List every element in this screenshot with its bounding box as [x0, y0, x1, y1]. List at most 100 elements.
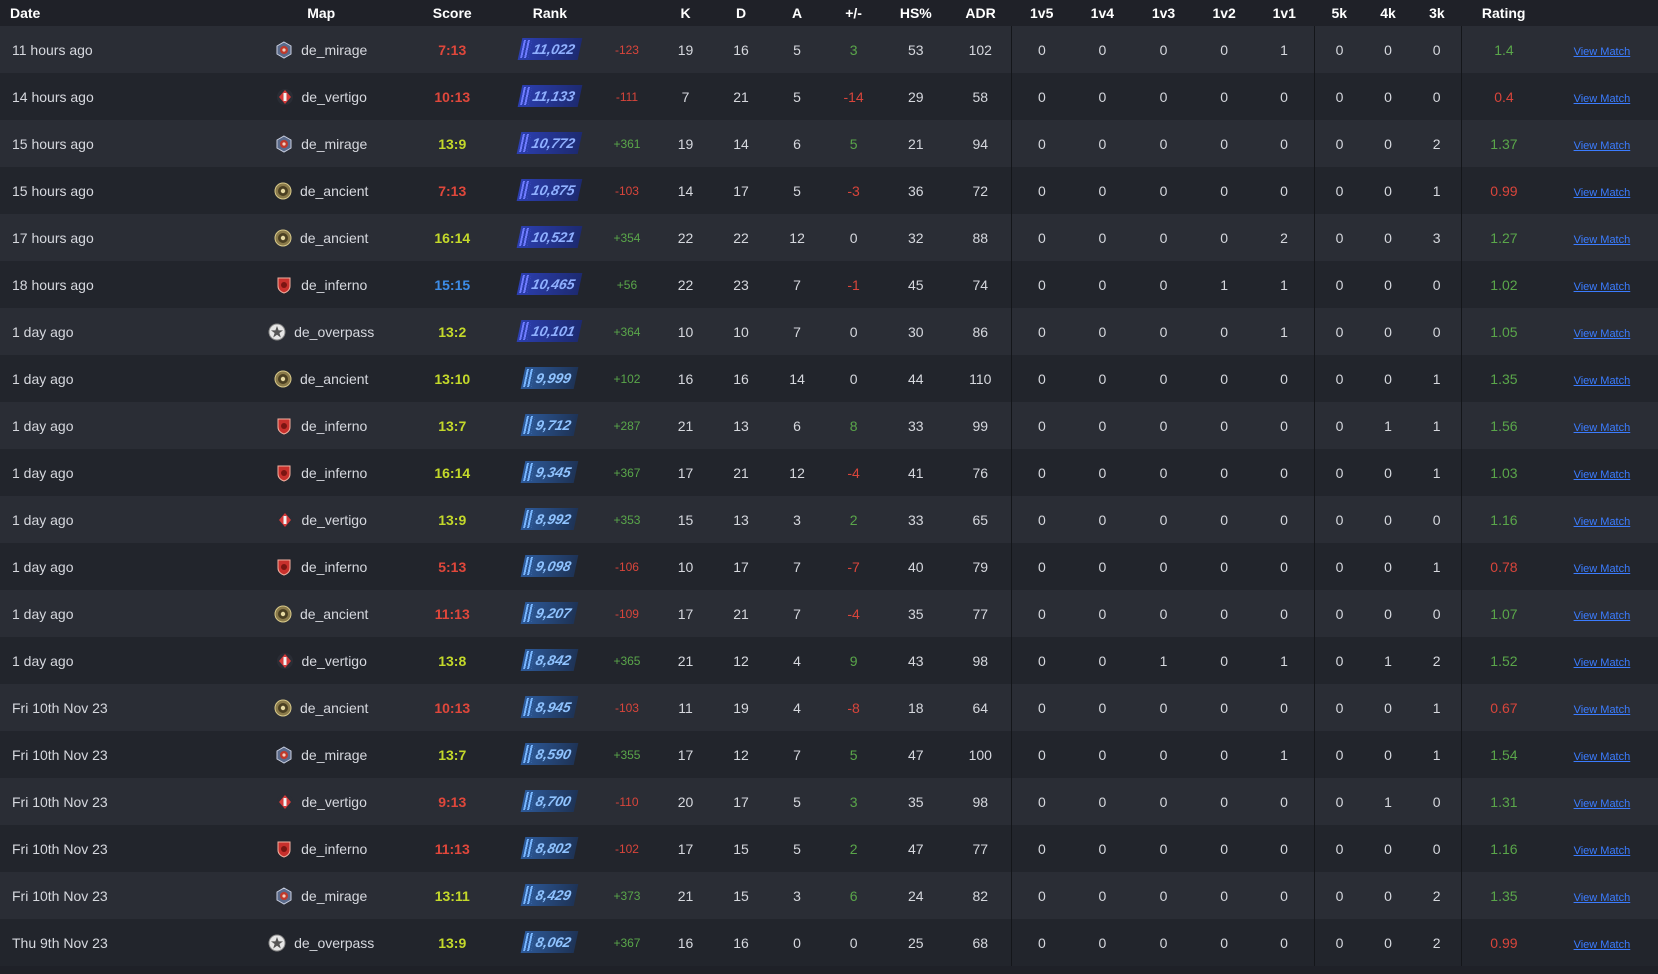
- clutch-1v5: 0: [1010, 872, 1073, 919]
- table-row[interactable]: 1 day ago de_inferno 5:13 9,098 -106 10 17 7 -7 4…: [0, 543, 1658, 590]
- match-score: 11:13: [434, 840, 470, 857]
- column-header-deaths[interactable]: D: [713, 0, 769, 26]
- column-header-hs-percent[interactable]: HS%: [881, 0, 950, 26]
- view-match-link[interactable]: View Match: [1574, 93, 1631, 105]
- column-header-kills[interactable]: K: [657, 0, 714, 26]
- table-row[interactable]: Fri 10th Nov 23 de_vertigo 9:13 8,700 -110 20…: [0, 778, 1658, 825]
- match-date: 15 hours ago: [12, 182, 94, 199]
- view-match-link[interactable]: View Match: [1574, 140, 1631, 152]
- vertigo-icon: [276, 652, 294, 670]
- table-row[interactable]: 1 day ago de_overpass 13:2 10,101 +364 10 10 7 0…: [0, 308, 1658, 355]
- clutch-1v5: 0: [1010, 261, 1073, 308]
- table-row[interactable]: 1 day ago de_ancient 13:10 9,999 +102 16 16 14 0…: [0, 355, 1658, 402]
- plus-minus: 3: [849, 793, 858, 810]
- table-row[interactable]: 15 hours ago de_ancient 7:13 10,875 -103 14 17…: [0, 167, 1658, 214]
- map-cell: de_inferno: [242, 402, 401, 449]
- table-row[interactable]: 14 hours ago de_vertigo 10:13 11,133 -111 7 21…: [0, 73, 1658, 120]
- view-match-link[interactable]: View Match: [1574, 704, 1631, 716]
- kills: 15: [677, 511, 694, 528]
- clutch-1v4: 0: [1098, 229, 1107, 246]
- view-match-link[interactable]: View Match: [1574, 234, 1631, 246]
- rank-value: 9,345: [534, 464, 574, 480]
- table-row[interactable]: Fri 10th Nov 23 de_mirage 13:11 8,429 +373 21…: [0, 872, 1658, 919]
- view-match-link[interactable]: View Match: [1574, 281, 1631, 293]
- table-row[interactable]: 1 day ago de_vertigo 13:9 8,992 +353 15 13 3 2 33…: [0, 496, 1658, 543]
- clutch-1v5: 0: [1010, 214, 1073, 261]
- headshot-percent: 41: [908, 464, 924, 481]
- view-match-link[interactable]: View Match: [1574, 939, 1631, 951]
- map-name: de_mirage: [301, 135, 368, 152]
- table-row[interactable]: 11 hours ago de_mirage 7:13 11,022 -123 19 16 5…: [0, 26, 1658, 73]
- assists: 4: [793, 652, 801, 669]
- match-score: 13:8: [438, 652, 467, 669]
- column-header-1v5[interactable]: 1v5: [1011, 0, 1073, 26]
- column-header-1v3[interactable]: 1v3: [1132, 0, 1195, 26]
- table-row[interactable]: Fri 10th Nov 23 de_mirage 13:7 8,590 +355 17 1…: [0, 731, 1658, 778]
- view-match-link[interactable]: View Match: [1574, 845, 1631, 857]
- column-header-rank[interactable]: Rank: [503, 0, 597, 26]
- assists: 4: [793, 699, 801, 716]
- view-match-link[interactable]: View Match: [1574, 46, 1631, 58]
- clutch-1v4: 0: [1098, 887, 1107, 904]
- view-match-link[interactable]: View Match: [1574, 516, 1631, 528]
- vertigo-icon: [276, 511, 294, 529]
- column-header-5k[interactable]: 5k: [1314, 0, 1364, 26]
- clutch-1v1: 0: [1280, 511, 1288, 528]
- table-row[interactable]: 1 day ago de_inferno 16:14 9,345 +367 17 21 12 -…: [0, 449, 1658, 496]
- table-row[interactable]: 1 day ago de_ancient 11:13 9,207 -109 17 21 7 -4…: [0, 590, 1658, 637]
- headshot-percent: 24: [908, 887, 924, 904]
- table-row[interactable]: 15 hours ago de_mirage 13:9 10,772 +361 19 14 6…: [0, 120, 1658, 167]
- view-match-link[interactable]: View Match: [1574, 563, 1631, 575]
- table-row[interactable]: Thu 9th Nov 23 de_overpass 13:9 8,062 +367 16…: [0, 919, 1658, 966]
- map-cell: de_mirage: [242, 731, 401, 778]
- view-match-link[interactable]: View Match: [1574, 328, 1631, 340]
- view-match-link[interactable]: View Match: [1574, 798, 1631, 810]
- view-match-link[interactable]: View Match: [1574, 751, 1631, 763]
- clutch-1v5: 0: [1010, 355, 1073, 402]
- column-header-adr[interactable]: ADR: [949, 0, 1012, 26]
- match-score: 16:14: [434, 464, 471, 481]
- view-match-link[interactable]: View Match: [1574, 892, 1631, 904]
- column-header-plus-minus[interactable]: +/-: [825, 0, 882, 26]
- column-header-map[interactable]: Map: [241, 0, 401, 26]
- clutch-1v2: 0: [1220, 135, 1229, 152]
- table-row[interactable]: Fri 10th Nov 23 de_ancient 10:13 8,945 -103 1…: [0, 684, 1658, 731]
- column-header-1v4[interactable]: 1v4: [1072, 0, 1133, 26]
- column-header-3k[interactable]: 3k: [1412, 0, 1462, 26]
- deaths: 10: [733, 323, 749, 340]
- view-match-link[interactable]: View Match: [1574, 422, 1631, 434]
- map-cell: de_ancient: [242, 355, 401, 402]
- kills: 16: [677, 934, 694, 951]
- assists: 14: [789, 370, 805, 387]
- table-row[interactable]: 1 day ago de_inferno 13:7 9,712 +287 21 13 6 8 33…: [0, 402, 1658, 449]
- deaths: 12: [733, 652, 749, 669]
- vertigo-icon: [276, 793, 294, 811]
- column-header-date[interactable]: Date: [0, 0, 242, 26]
- rank-badge: 9,999: [521, 367, 579, 389]
- table-row[interactable]: Fri 10th Nov 23 de_inferno 11:13 8,802 -102 1…: [0, 825, 1658, 872]
- view-match-link[interactable]: View Match: [1574, 375, 1631, 387]
- rank-change: +355: [613, 747, 641, 762]
- column-header-rating[interactable]: Rating: [1461, 0, 1546, 26]
- inferno-icon: [275, 840, 293, 858]
- column-header-assists[interactable]: A: [768, 0, 826, 26]
- view-match-link[interactable]: View Match: [1574, 469, 1631, 481]
- match-date: 1 day ago: [12, 605, 74, 622]
- ancient-icon: [274, 229, 292, 247]
- table-row[interactable]: 17 hours ago de_ancient 16:14 10,521 +354 22 2…: [0, 214, 1658, 261]
- view-match-link[interactable]: View Match: [1574, 657, 1631, 669]
- column-header-1v2[interactable]: 1v2: [1194, 0, 1254, 26]
- table-row[interactable]: 1 day ago de_vertigo 13:8 8,842 +365 21 12 4 9 43…: [0, 637, 1658, 684]
- clutch-1v5: 0: [1010, 402, 1073, 449]
- column-header-4k[interactable]: 4k: [1363, 0, 1413, 26]
- rank-change: -123: [614, 42, 639, 57]
- rank-value: 11,133: [531, 88, 577, 104]
- map-name: de_overpass: [294, 934, 375, 951]
- view-match-link[interactable]: View Match: [1574, 187, 1631, 199]
- table-row[interactable]: 18 hours ago de_inferno 15:15 10,465 +56 22 23…: [0, 261, 1658, 308]
- column-header-score[interactable]: Score: [400, 0, 504, 26]
- column-header-1v1[interactable]: 1v1: [1253, 0, 1315, 26]
- clutch-1v5: 0: [1010, 731, 1073, 778]
- assists: 3: [793, 887, 801, 904]
- view-match-link[interactable]: View Match: [1574, 610, 1631, 622]
